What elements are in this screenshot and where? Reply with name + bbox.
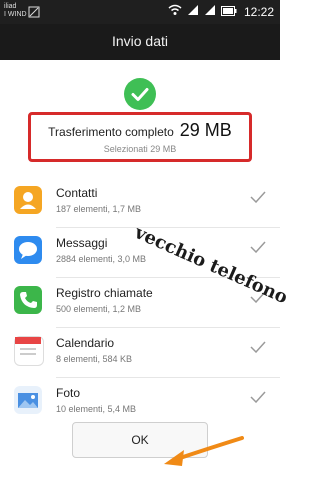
- checkmark-icon: [250, 240, 266, 258]
- messages-icon: [14, 236, 42, 264]
- image-notification-icon: [28, 5, 40, 23]
- checkmark-icon: [250, 390, 266, 408]
- transfer-size: 29 MB: [179, 120, 232, 140]
- item-title: Messaggi: [56, 236, 108, 250]
- list-item-contatti[interactable]: Contatti 187 elementi, 1,7 MB: [0, 178, 280, 228]
- photo-icon: [14, 386, 42, 414]
- status-bar: iliad I WIND 12:22: [0, 0, 280, 24]
- phone-icon: [14, 286, 42, 314]
- item-subtitle: 2884 elementi, 3,0 MB: [56, 254, 147, 264]
- selected-size: Selezionati 29 MB: [103, 144, 177, 154]
- wifi-icon: [168, 3, 182, 21]
- item-title: Foto: [56, 386, 81, 400]
- list-item-foto[interactable]: Foto 10 elementi, 5,4 MB: [0, 378, 280, 428]
- carrier-line-2: I WIND: [4, 11, 27, 18]
- page-title: Invio dati: [111, 33, 169, 49]
- app-header: Invio dati: [0, 24, 280, 60]
- list-item-calendario[interactable]: Calendario 8 elementi, 584 KB: [0, 328, 280, 378]
- arrow-icon: [160, 436, 244, 473]
- contacts-icon: [14, 186, 42, 214]
- carrier-text: iliad I WIND: [4, 3, 27, 19]
- signal-icon-1: [187, 3, 199, 21]
- item-title: Contatti: [56, 186, 98, 200]
- item-title: Calendario: [56, 336, 115, 350]
- item-subtitle: 8 elementi, 584 KB: [56, 354, 133, 364]
- checkmark-icon: [250, 190, 266, 208]
- transfer-status-label: Trasferimento completo: [48, 125, 174, 139]
- carrier-line-1: iliad: [4, 3, 17, 10]
- item-title: Registro chiamate: [56, 286, 153, 300]
- calendar-icon: [14, 336, 44, 366]
- item-subtitle: 500 elementi, 1,2 MB: [56, 304, 142, 314]
- signal-icon-2: [204, 3, 216, 21]
- success-check-icon: [124, 78, 156, 110]
- transfer-summary: Trasferimento completo 29 MB Selezionati …: [28, 112, 252, 162]
- item-subtitle: 10 elementi, 5,4 MB: [56, 404, 137, 414]
- checkmark-icon: [250, 340, 266, 358]
- clock: 12:22: [243, 5, 274, 19]
- item-subtitle: 187 elementi, 1,7 MB: [56, 204, 142, 214]
- battery-icon: [220, 3, 237, 21]
